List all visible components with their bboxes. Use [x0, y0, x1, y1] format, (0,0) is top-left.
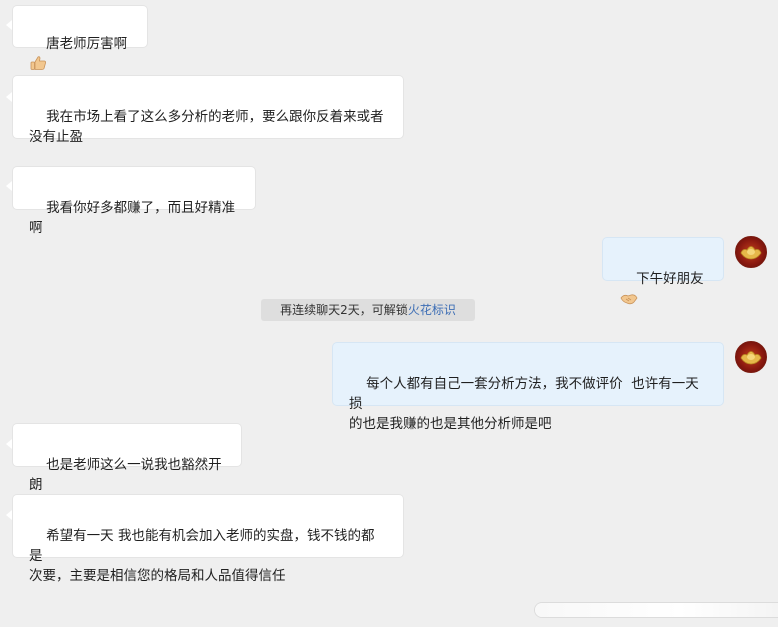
handshake-icon	[620, 292, 638, 312]
system-tip-text: 再连续聊天2天，可解锁	[280, 303, 408, 317]
message-text: 每个人都有自己一套分析方法，我不做评价 也许有一天损 的也是我赚的也是其他分析师…	[349, 376, 699, 432]
message-text: 唐老师厉害啊	[46, 36, 128, 52]
spark-badge-link[interactable]: 火花标识	[408, 303, 456, 317]
message-bubble-6[interactable]: 也是老师这么一说我也豁然开朗	[13, 424, 241, 493]
message-bubble-2[interactable]: 我在市场上看了这么多分析的老师，要么跟你反着来或者 没有止盈	[13, 76, 403, 145]
message-bubble-7[interactable]: 希望有一天 我也能有机会加入老师的实盘，钱不钱的都是 次要，主要是相信您的格局和…	[13, 495, 403, 584]
avatar[interactable]	[735, 341, 767, 373]
message-text: 希望有一天 我也能有机会加入老师的实盘，钱不钱的都是 次要，主要是相信您的格局和…	[29, 528, 375, 584]
bubble-tail	[6, 20, 12, 30]
bubble-tail	[6, 510, 12, 520]
message-bubble-5[interactable]: 每个人都有自己一套分析方法，我不做评价 也许有一天损 的也是我赚的也是其他分析师…	[333, 343, 723, 432]
bubble-tail	[6, 181, 12, 191]
message-bubble-1[interactable]: 唐老师厉害啊	[13, 6, 147, 70]
message-bubble-3[interactable]: 我看你好多都赚了，而且好精准啊	[13, 167, 255, 236]
scrollbar[interactable]	[535, 603, 778, 617]
system-tip: 再连续聊天2天，可解锁火花标识	[261, 299, 475, 321]
avatar[interactable]	[735, 236, 767, 268]
message-bubble-4[interactable]: 下午好朋友	[603, 238, 723, 305]
bubble-tail	[6, 439, 12, 449]
bubble-tail	[6, 92, 12, 102]
message-text: 我看你好多都赚了，而且好精准啊	[29, 200, 236, 236]
thumbs-up-icon	[30, 55, 47, 77]
chat-window: 唐老师厉害啊 我在市场上看了这么多分析的老师，要么跟你反着来或者 没有止盈 我看…	[0, 0, 778, 627]
message-text: 我在市场上看了这么多分析的老师，要么跟你反着来或者 没有止盈	[29, 109, 384, 145]
message-text: 下午好朋友	[636, 271, 704, 287]
message-text: 也是老师这么一说我也豁然开朗	[29, 457, 222, 493]
